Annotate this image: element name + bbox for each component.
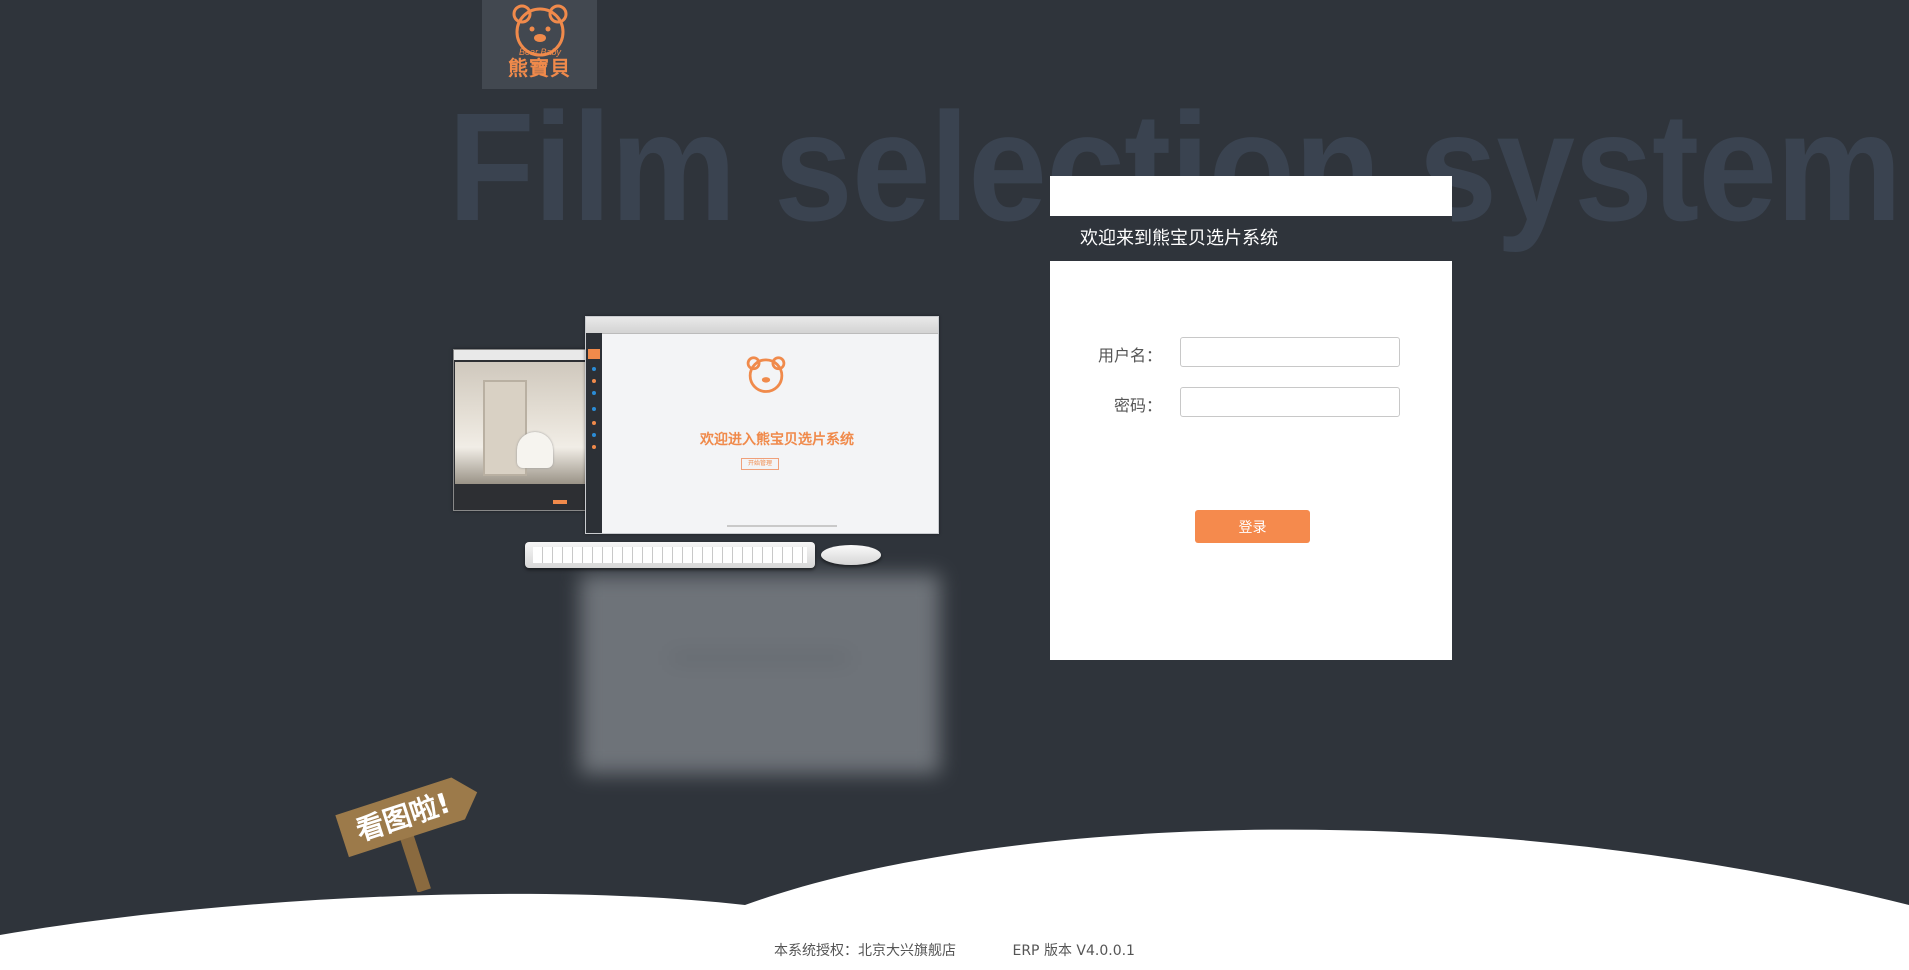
password-input[interactable] xyxy=(1180,387,1400,417)
product-illustration: 欢迎进入熊宝贝选片系统 开始管理 xyxy=(450,312,970,774)
monitor-bear-icon xyxy=(746,356,786,393)
monitor-welcome-text: 欢迎进入熊宝贝选片系统 xyxy=(700,432,854,448)
login-panel: 欢迎来到熊宝贝选片系统 用户名： 密码： 登录 xyxy=(1050,176,1452,660)
brand-logo: Bear Baby 熊寶貝 xyxy=(482,0,597,89)
monitor-reflection xyxy=(580,574,940,774)
password-label: 密码： xyxy=(1113,396,1162,415)
photo-window xyxy=(453,349,588,511)
login-title: 欢迎来到熊宝贝选片系统 xyxy=(1050,216,1452,261)
password-row: 密码： xyxy=(1050,387,1452,417)
login-button[interactable]: 登录 xyxy=(1195,510,1310,543)
footer: 本系统授权：北京大兴旗舰店 ERP 版本 V4.0.0.1 xyxy=(0,940,1909,960)
mouse-image xyxy=(821,545,881,565)
username-input[interactable] xyxy=(1180,337,1400,367)
footer-license: 本系统授权：北京大兴旗舰店 xyxy=(774,943,957,959)
keyboard-image xyxy=(525,542,815,568)
look-sign: 看图啦! xyxy=(335,777,478,892)
monitor-screen: 欢迎进入熊宝贝选片系统 开始管理 xyxy=(585,316,939,534)
username-row: 用户名： xyxy=(1050,337,1452,367)
footer-version: ERP 版本 V4.0.0.1 xyxy=(1012,943,1135,959)
bear-logo-icon: Bear Baby xyxy=(512,4,567,57)
username-label: 用户名： xyxy=(1097,346,1162,365)
monitor-start-button: 开始管理 xyxy=(741,458,779,470)
logo-text: 熊寶貝 xyxy=(508,56,571,80)
